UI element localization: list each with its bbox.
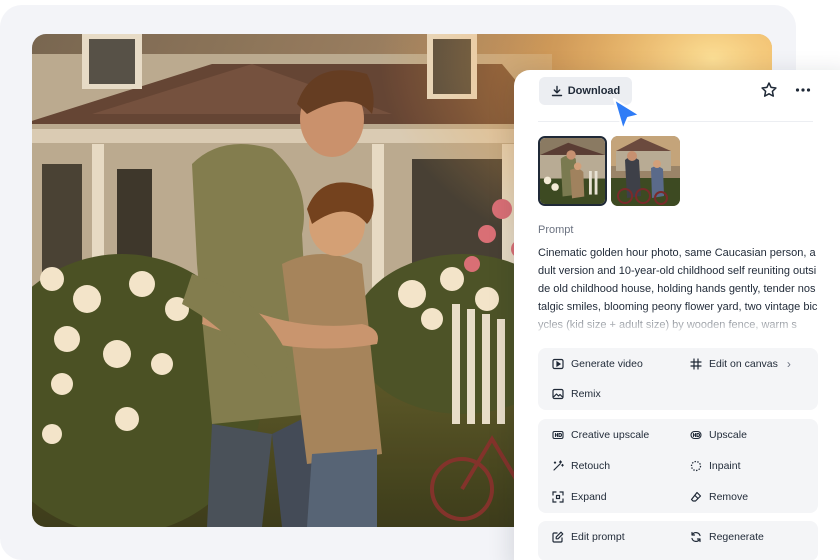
creative-upscale-button[interactable]: Creative upscale [552,424,649,446]
upscale-label: Upscale [709,429,747,441]
header-divider [538,121,813,122]
chevron-right-icon: › [786,357,791,371]
action-group-prompt: Edit prompt Regenerate [538,521,818,560]
image-details-panel: Download Prompt Cinematic golden hour ph… [514,70,840,560]
hd-icon [690,430,702,440]
hashtag-frame-icon [690,358,702,370]
dotted-circle-icon [690,460,702,472]
inpaint-button[interactable]: Inpaint [690,455,741,477]
prompt-label: Prompt [538,224,574,236]
inpaint-label: Inpaint [709,460,741,472]
regenerate-button[interactable]: Regenerate [690,526,764,548]
generate-video-button[interactable]: Generate video [552,353,643,375]
remove-button[interactable]: Remove [690,486,748,508]
regenerate-label: Regenerate [709,531,764,543]
hd-sparkle-icon [552,430,564,440]
play-square-icon [552,358,564,370]
refresh-icon [691,531,701,543]
expand-button[interactable]: Expand [552,486,607,508]
upscale-button[interactable]: Upscale [690,424,747,446]
retouch-label: Retouch [571,460,611,472]
remove-label: Remove [709,491,749,503]
action-group-generate: Generate video Edit on canvas › Remix [538,348,818,410]
edit-box-icon [552,531,564,543]
edit-prompt-label: Edit prompt [571,531,625,543]
download-label: Download [567,85,621,97]
magic-wand-icon [553,460,564,471]
edit-on-canvas-label: Edit on canvas [709,358,778,370]
download-icon [551,85,562,97]
remix-button[interactable]: Remix [552,383,601,405]
download-button[interactable]: Download [539,77,632,105]
star-icon[interactable] [759,80,779,100]
more-horizontal-icon[interactable] [793,80,813,100]
edit-on-canvas-button[interactable]: Edit on canvas › [690,353,791,375]
edit-prompt-button[interactable]: Edit prompt [552,526,625,548]
expand-icon [552,491,564,503]
eraser-icon [690,491,702,502]
image-icon [552,388,564,400]
generate-video-label: Generate video [571,358,643,370]
retouch-button[interactable]: Retouch [552,455,610,477]
remix-label: Remix [571,388,601,400]
prompt-fade-overlay [538,308,818,334]
variation-thumbnail-1[interactable] [538,136,607,206]
expand-label: Expand [571,491,607,503]
creative-upscale-label: Creative upscale [571,429,650,441]
action-group-edit: Creative upscale Upscale Retouch Inpaint… [538,419,818,513]
variation-thumbnail-2[interactable] [611,136,680,206]
